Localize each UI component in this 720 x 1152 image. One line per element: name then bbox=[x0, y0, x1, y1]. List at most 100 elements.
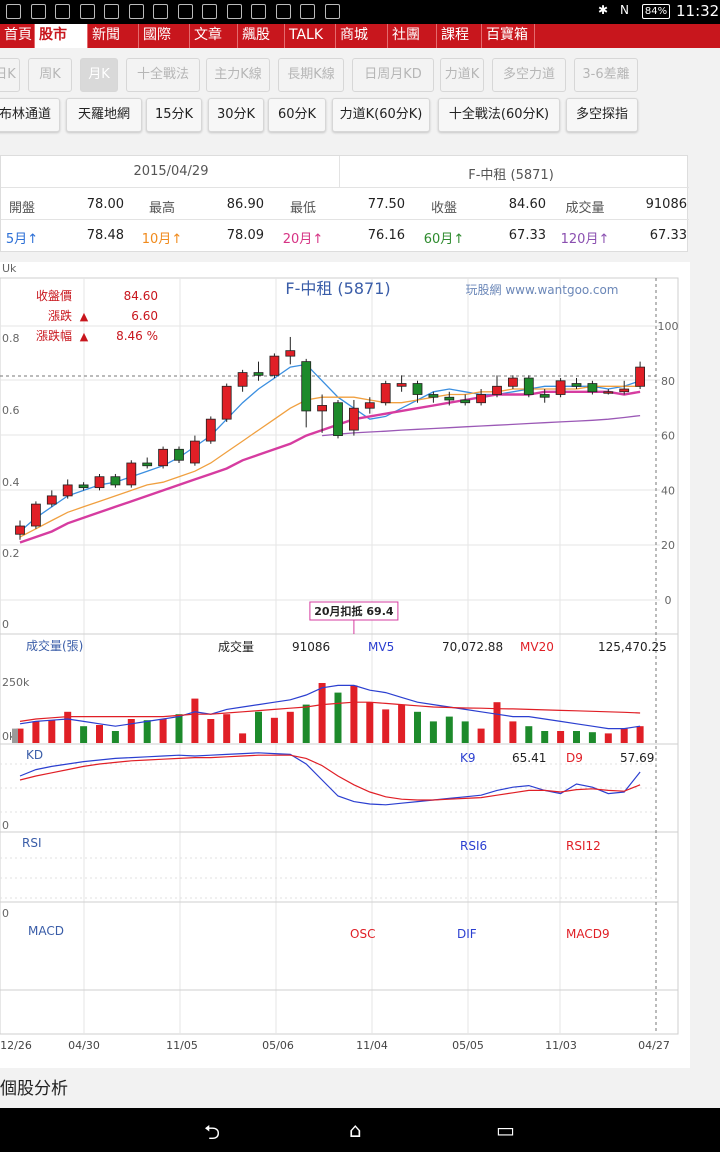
candle-body bbox=[603, 391, 614, 394]
annotation-label: 20月扣抵 69.4 bbox=[314, 604, 394, 618]
chart-type-button[interactable]: 60分K bbox=[268, 98, 326, 132]
ma-value: 78.48 bbox=[86, 228, 124, 243]
volume-bar bbox=[32, 721, 40, 743]
left-tick-label: 0.4 bbox=[2, 476, 20, 489]
chart-type-button[interactable]: 主力K線 bbox=[206, 58, 270, 92]
nav-item-8[interactable]: 社團 bbox=[388, 24, 437, 48]
volume-bar bbox=[350, 685, 358, 743]
volume-bar bbox=[636, 726, 644, 743]
nav-item-9[interactable]: 課程 bbox=[437, 24, 482, 48]
volume-bar bbox=[12, 728, 18, 743]
rsi-label: RSI bbox=[22, 836, 42, 850]
d-label: D9 bbox=[566, 751, 583, 765]
candle-body bbox=[460, 399, 471, 404]
news-icon bbox=[153, 4, 168, 19]
volume-bar bbox=[80, 726, 88, 743]
back-icon[interactable]: ⮌ bbox=[204, 1118, 220, 1152]
rsi6-label: RSI6 bbox=[460, 839, 487, 853]
chart-type-button[interactable]: 力道K bbox=[440, 58, 484, 92]
chart-type-button[interactable]: 長期K線 bbox=[278, 58, 344, 92]
nav-item-0[interactable]: 首頁 bbox=[0, 24, 35, 48]
chart-type-button[interactable]: 十全戰法(60分K) bbox=[438, 98, 560, 132]
volume-bar bbox=[48, 720, 56, 743]
chart-type-button[interactable]: 力道K(60分K) bbox=[332, 98, 430, 132]
candle-body bbox=[94, 476, 105, 489]
candle-body bbox=[221, 385, 232, 420]
x-tick-label: 11/03 bbox=[545, 1039, 577, 1052]
chart-type-button[interactable]: 多空力道 bbox=[492, 58, 566, 92]
quote-label: 最高 bbox=[148, 201, 175, 216]
settings-icon bbox=[6, 4, 21, 19]
nav-item-2[interactable]: 新聞 bbox=[88, 24, 139, 48]
nfc-icon: N bbox=[620, 3, 629, 17]
chart-type-button[interactable]: 15分K bbox=[146, 98, 202, 132]
summary-label: 收盤價 bbox=[36, 289, 72, 303]
nav-item-5[interactable]: 飆股 bbox=[238, 24, 285, 48]
candle-body bbox=[78, 484, 89, 489]
candle-body bbox=[269, 355, 280, 376]
app-icon bbox=[104, 4, 119, 19]
quote-value: 78.00 bbox=[86, 197, 124, 212]
chart-panel: 0 20 40 60 80 100 0 0.2 0.4 0.6 0.8 Uk F-中租 (5871) 玩股… bbox=[0, 262, 690, 1068]
mv20-label: MV20 bbox=[520, 640, 554, 654]
chart-type-button[interactable]: 十全戰法 bbox=[126, 58, 200, 92]
chart-title: F-中租 (5871) bbox=[285, 279, 390, 298]
chart-type-button[interactable]: 天羅地網 bbox=[66, 98, 142, 132]
check-icon bbox=[275, 4, 291, 19]
candle-body bbox=[635, 366, 645, 387]
rsi12-label: RSI12 bbox=[566, 839, 601, 853]
macd-label: MACD bbox=[28, 924, 64, 938]
nav-item-10[interactable]: 百寶箱 bbox=[482, 24, 535, 48]
chart-type-button[interactable]: 日周月KD bbox=[352, 58, 434, 92]
candle-body bbox=[492, 385, 502, 395]
nav-item-1[interactable]: 股市 bbox=[35, 24, 88, 48]
stock-chart[interactable]: 0 20 40 60 80 100 0 0.2 0.4 0.6 0.8 Uk F-中租 (5871) 玩股… bbox=[0, 262, 690, 1068]
nav-item-7[interactable]: 商城 bbox=[336, 24, 388, 48]
chart-type-button[interactable]: 月K bbox=[80, 58, 118, 92]
bluetooth-icon: ✱ bbox=[598, 3, 609, 17]
volume-bar bbox=[191, 698, 199, 743]
summary-label: 漲跌幅 bbox=[36, 328, 72, 343]
ma-value: 76.16 bbox=[367, 228, 405, 243]
x-tick-label: 12/26 bbox=[0, 1039, 32, 1052]
y-tick-label: 100 bbox=[658, 320, 679, 333]
osc-label: OSC bbox=[350, 927, 375, 941]
left-tick-label: 0.8 bbox=[2, 332, 20, 345]
download-icon bbox=[300, 4, 315, 19]
status-bar: ✱ N 84% 11:32 bbox=[0, 0, 720, 24]
volume-bar bbox=[334, 692, 342, 743]
image-icon bbox=[251, 4, 266, 19]
volume-current-value: 91086 bbox=[292, 640, 330, 654]
calendar-icon bbox=[79, 4, 95, 19]
y-tick-label: 20 bbox=[661, 539, 675, 552]
chart-type-button[interactable]: 日K bbox=[0, 58, 20, 92]
volume-bar bbox=[382, 709, 390, 743]
candle-body bbox=[571, 383, 582, 387]
nav-item-3[interactable]: 國際 bbox=[139, 24, 190, 48]
ma-line-ma10 bbox=[19, 385, 641, 538]
candle-body bbox=[15, 525, 25, 535]
chart-type-button[interactable]: 多空探指 bbox=[566, 98, 638, 132]
ma-label: 20月↑ bbox=[272, 228, 334, 247]
nav-item-4[interactable]: 文章 bbox=[190, 24, 238, 48]
recent-apps-icon[interactable]: ▭ bbox=[496, 1118, 515, 1142]
quote-label: 最低 bbox=[289, 201, 316, 216]
quote-stock-name: F-中租 (5871) bbox=[468, 168, 554, 183]
chart-type-button[interactable]: 3-6差離 bbox=[574, 58, 638, 92]
mv5-line bbox=[19, 684, 641, 730]
chart-type-button[interactable]: 30分K bbox=[208, 98, 264, 132]
volume-bar bbox=[127, 719, 135, 743]
quote-label: 成交量 bbox=[565, 201, 605, 216]
candle-body bbox=[476, 394, 487, 404]
candle-body bbox=[110, 476, 121, 486]
candle-body bbox=[158, 448, 169, 467]
chart-type-button[interactable]: 布林通道 bbox=[0, 98, 60, 132]
volume-bar bbox=[270, 717, 278, 743]
candle-body bbox=[364, 402, 375, 409]
home-icon[interactable]: ⌂ bbox=[349, 1118, 362, 1142]
ma-value: 67.33 bbox=[649, 228, 687, 243]
kd-label: KD bbox=[26, 748, 43, 762]
chart-type-button[interactable]: 周K bbox=[28, 58, 72, 92]
nav-item-6[interactable]: TALK bbox=[285, 24, 336, 48]
volume-bar bbox=[588, 732, 596, 743]
